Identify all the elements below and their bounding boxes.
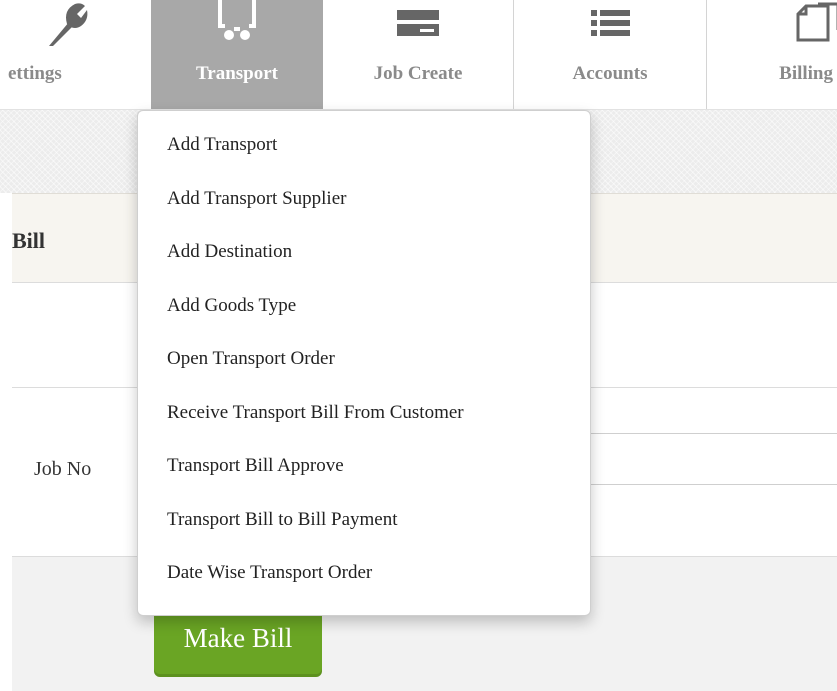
top-nav: ettings Transport Job Create Accounts Bi… xyxy=(0,0,837,110)
menu-item-transport-bill-approve[interactable]: Transport Bill Approve xyxy=(138,446,590,500)
menu-item-add-destination[interactable]: Add Destination xyxy=(138,232,590,286)
menu-item-add-goods-type[interactable]: Add Goods Type xyxy=(138,286,590,340)
truck-icon xyxy=(218,0,256,40)
nav-job-create[interactable]: Job Create xyxy=(323,0,513,109)
wrench-icon xyxy=(49,3,88,46)
job-no-label: Job No xyxy=(34,458,92,480)
nav-billing-label: Billing xyxy=(779,63,833,84)
server-icon xyxy=(397,10,439,36)
menu-item-transport-bill-to-payment[interactable]: Transport Bill to Bill Payment xyxy=(138,500,590,554)
page-title: Bill xyxy=(12,228,46,253)
nav-job-create-label: Job Create xyxy=(373,63,463,84)
menu-item-add-transport-supplier[interactable]: Add Transport Supplier xyxy=(138,179,590,233)
nav-settings-label: ettings xyxy=(8,63,62,84)
menu-item-receive-transport-bill[interactable]: Receive Transport Bill From Customer xyxy=(138,393,590,447)
menu-item-date-wise-transport-order[interactable]: Date Wise Transport Order xyxy=(138,553,590,607)
menu-item-add-transport[interactable]: Add Transport xyxy=(138,125,590,179)
nav-billing[interactable]: Billing xyxy=(707,0,837,109)
nav-settings[interactable]: ettings xyxy=(0,0,128,109)
nav-transport-label: Transport xyxy=(196,63,278,84)
copy-icon xyxy=(796,2,837,42)
nav-transport[interactable]: Transport xyxy=(151,0,323,109)
menu-item-open-transport-order[interactable]: Open Transport Order xyxy=(138,339,590,393)
nav-accounts-label: Accounts xyxy=(572,63,648,84)
list-icon xyxy=(591,10,630,36)
nav-accounts[interactable]: Accounts xyxy=(514,0,706,109)
transport-dropdown-menu: Add Transport Add Transport Supplier Add… xyxy=(137,110,591,616)
